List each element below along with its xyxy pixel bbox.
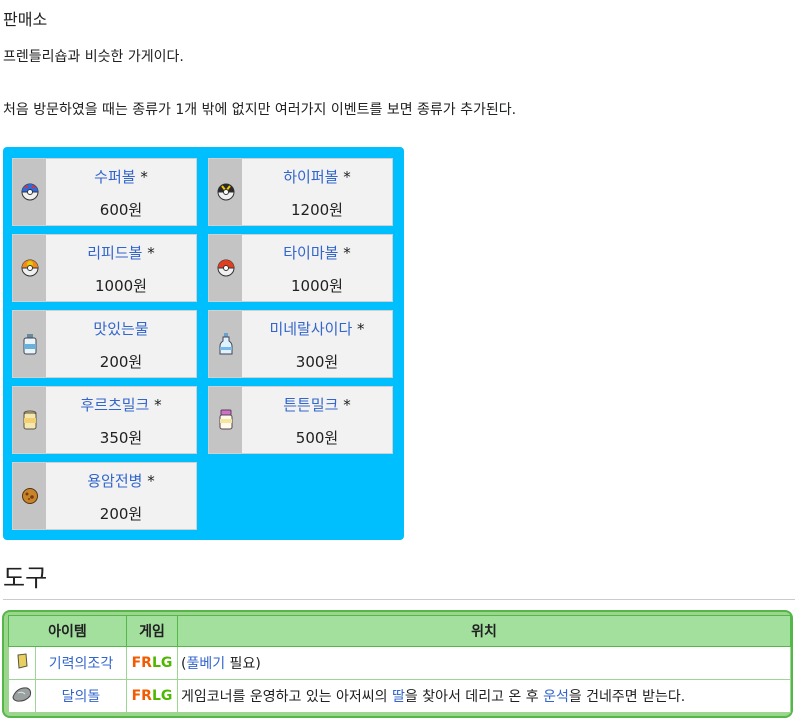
star-mark: * <box>343 168 351 186</box>
item-link[interactable]: 수퍼볼 <box>94 168 135 186</box>
item-price: 350원 <box>99 429 143 447</box>
shop-item-card: 미네랄사이다 * 300원 <box>208 310 393 378</box>
item-price: 1000원 <box>95 277 147 295</box>
hyper-ball-icon <box>209 159 242 225</box>
star-mark: * <box>147 244 155 262</box>
item-price: 300원 <box>295 353 339 371</box>
item-link[interactable]: 튼튼밀크 <box>283 396 338 414</box>
item-price: 500원 <box>295 429 339 447</box>
timer-ball-icon <box>209 235 242 301</box>
item-link[interactable]: 하이퍼볼 <box>283 168 338 186</box>
table-header-row: 아이템 게임 위치 <box>8 615 791 647</box>
location-text: 을 건네주면 받는다. <box>568 689 686 705</box>
items-table: 아이템 게임 위치 기력의조각 FRLG (풀베기 필요) 달의돌 FRLG 게… <box>8 615 791 713</box>
star-mark: * <box>140 168 148 186</box>
shop-item-card: 리피드볼 * 1000원 <box>12 234 197 302</box>
item-price: 1000원 <box>291 277 343 295</box>
item-link[interactable]: 용암전병 <box>87 472 142 490</box>
star-mark: * <box>147 472 155 490</box>
lemonade-icon <box>13 387 46 453</box>
game-version: FRLG <box>126 679 178 713</box>
fresh-water-icon <box>13 311 46 377</box>
shop-item-card: 수퍼볼 * 600원 <box>12 158 197 226</box>
game-fr: FR <box>131 655 152 671</box>
item-link[interactable]: 후르츠밀크 <box>80 396 149 414</box>
shop-item-card: 후르츠밀크 * 350원 <box>12 386 197 454</box>
location-link[interactable]: 풀베기 <box>186 656 225 672</box>
shop-item-card: 튼튼밀크 * 500원 <box>208 386 393 454</box>
location-text: 필요) <box>225 656 261 672</box>
item-link[interactable]: 리피드볼 <box>87 244 142 262</box>
shop-item-card: 맛있는물 200원 <box>12 310 197 378</box>
shop-item-card: 하이퍼볼 * 1200원 <box>208 158 393 226</box>
shop-item-card: 용암전병 * 200원 <box>12 462 197 530</box>
shop-item-grid: 수퍼볼 * 600원 하이퍼볼 * 1200원 리피드볼 * 1000원 타이마… <box>3 147 404 540</box>
item-link[interactable]: 맛있는물 <box>93 320 148 338</box>
lava-cookie-icon <box>13 463 46 529</box>
super-ball-icon <box>13 159 46 225</box>
table-row: 기력의조각 FRLG (풀베기 필요) <box>8 646 791 680</box>
section-heading-items: 도구 <box>3 564 48 592</box>
game-lg: LG <box>151 688 173 704</box>
header-game: 게임 <box>126 615 178 647</box>
items-table-frame: 아이템 게임 위치 기력의조각 FRLG (풀베기 필요) 달의돌 FRLG 게… <box>2 610 793 718</box>
item-price: 600원 <box>99 201 143 219</box>
moon-stone-icon <box>8 679 36 713</box>
item-link[interactable]: 타이마볼 <box>283 244 338 262</box>
location-link[interactable]: 딸 <box>392 689 405 705</box>
heading-divider <box>3 599 795 600</box>
location-cell: (풀베기 필요) <box>177 646 791 680</box>
shop-description: 프렌들리숍과 비슷한 가게이다. <box>3 49 184 65</box>
repeat-ball-icon <box>13 235 46 301</box>
item-price: 1200원 <box>291 201 343 219</box>
star-mark: * <box>343 244 351 262</box>
star-mark: * <box>357 320 365 338</box>
location-cell: 게임코너를 운영하고 있는 아저씨의 딸을 찾아서 데리고 온 후 운석을 건네… <box>177 679 791 713</box>
item-link[interactable]: 기력의조각 <box>49 656 113 672</box>
item-price: 200원 <box>99 353 143 371</box>
header-location: 위치 <box>177 615 791 647</box>
item-link[interactable]: 미네랄사이다 <box>269 320 352 338</box>
game-version: FRLG <box>126 646 178 680</box>
moomoo-milk-icon <box>209 387 242 453</box>
table-row: 달의돌 FRLG 게임코너를 운영하고 있는 아저씨의 딸을 찾아서 데리고 온… <box>8 679 791 713</box>
game-fr: FR <box>131 688 152 704</box>
section-title: 판매소 <box>3 10 48 29</box>
location-text: 게임코너를 운영하고 있는 아저씨의 <box>181 689 392 705</box>
shop-item-card: 타이마볼 * 1000원 <box>208 234 393 302</box>
star-mark: * <box>343 396 351 414</box>
game-lg: LG <box>151 655 173 671</box>
item-price: 200원 <box>99 505 143 523</box>
header-item: 아이템 <box>8 615 127 647</box>
energy-root-icon <box>8 646 36 680</box>
shop-description-detail: 처음 방문하였을 때는 종류가 1개 밖에 없지만 여러가지 이벤트를 보면 종… <box>3 102 517 118</box>
star-mark: * <box>154 396 162 414</box>
item-link[interactable]: 달의돌 <box>62 689 101 705</box>
location-link[interactable]: 운석 <box>543 689 569 705</box>
location-text: 을 찾아서 데리고 온 후 <box>404 689 544 705</box>
soda-pop-icon <box>209 311 242 377</box>
